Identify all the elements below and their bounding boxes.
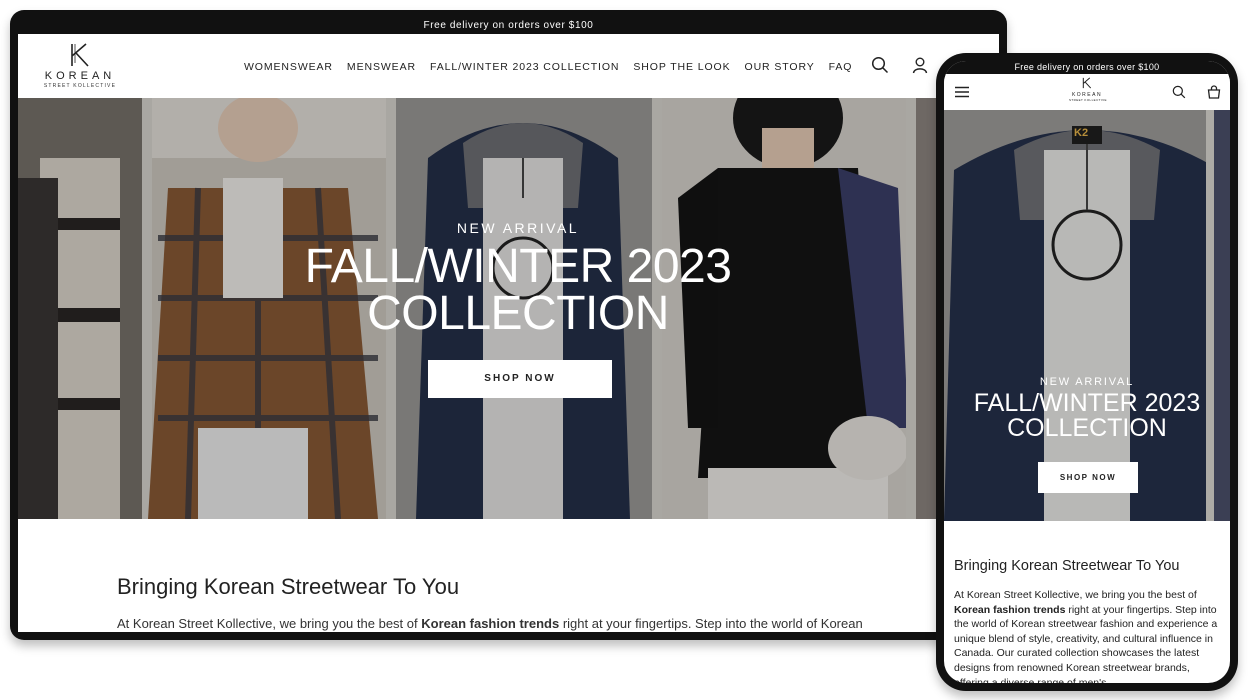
hero-title-line1: FALL/WINTER 2023: [304, 240, 732, 293]
mobile-hero-banner: K2 NEW ARRIVAL FALL/WINTER 2023 COLLECTI…: [944, 110, 1230, 521]
mobile-about-text-bold: Korean fashion trends: [954, 603, 1066, 616]
main-nav: WOMENSWEAR MENSWEAR FALL/WINTER 2023 COL…: [244, 61, 852, 73]
nav-item-menswear[interactable]: MENSWEAR: [347, 61, 416, 73]
nav-item-shop-the-look[interactable]: SHOP THE LOOK: [633, 61, 730, 73]
shop-now-button[interactable]: SHOP NOW: [428, 360, 612, 398]
about-heading: Bringing Korean Streetwear To You: [117, 574, 460, 599]
desktop-device-frame: Free delivery on orders over $100 KOREAN…: [10, 10, 1007, 640]
mobile-header: KOREAN STREET KOLLECTIVE: [944, 74, 1230, 110]
about-paragraph: At Korean Street Kollective, we bring yo…: [117, 616, 917, 631]
hanger-tag: K2: [1074, 127, 1089, 139]
logo-k-icon: [1082, 77, 1092, 89]
mobile-hero-image: [944, 110, 1230, 521]
hero-banner: NEW ARRIVAL FALL/WINTER 2023 COLLECTION …: [18, 98, 999, 519]
mobile-brand-logo[interactable]: KOREAN STREET KOLLECTIVE: [1069, 77, 1107, 102]
about-section: Bringing Korean Streetwear To You At Kor…: [117, 574, 917, 631]
brand-tagline: STREET KOLLECTIVE: [43, 83, 117, 89]
logo-k-icon: [71, 43, 89, 67]
menu-icon[interactable]: [955, 86, 969, 98]
header-icons: [871, 56, 929, 74]
hero-text: NEW ARRIVAL FALL/WINTER 2023 COLLECTION: [218, 220, 818, 340]
mobile-about-heading: Bringing Korean Streetwear To You: [954, 558, 1180, 574]
nav-item-womenswear[interactable]: WOMENSWEAR: [244, 61, 333, 73]
bag-icon[interactable]: [1207, 85, 1221, 99]
mobile-brand-tagline: STREET KOLLECTIVE: [1069, 98, 1107, 102]
nav-item-fall-winter-collection[interactable]: FALL/WINTER 2023 COLLECTION: [430, 61, 619, 73]
search-icon[interactable]: [871, 56, 889, 74]
search-icon[interactable]: [1172, 85, 1186, 99]
mobile-hero-text: NEW ARRIVAL FALL/WINTER 2023 COLLECTION: [954, 376, 1220, 441]
hero-title-line2: COLLECTION: [367, 287, 669, 340]
mobile-screen: Free delivery on orders over $100 KOREAN…: [944, 61, 1230, 683]
mobile-announcement-bar: Free delivery on orders over $100: [944, 61, 1230, 74]
about-text-end: right at your fingertips. Step into the …: [559, 616, 863, 631]
mobile-about-paragraph: At Korean Street Kollective, we bring yo…: [954, 588, 1224, 683]
mobile-about-text-start: At Korean Street Kollective, we bring yo…: [954, 589, 1197, 601]
mobile-about-section: Bringing Korean Streetwear To You At Kor…: [954, 558, 1224, 683]
account-icon[interactable]: [911, 56, 929, 74]
site-header: KOREAN STREET KOLLECTIVE WOMENSWEAR MENS…: [18, 34, 999, 98]
desktop-screen: Free delivery on orders over $100 KOREAN…: [18, 18, 999, 632]
nav-item-faq[interactable]: FAQ: [829, 61, 853, 73]
about-text-bold: Korean fashion trends: [421, 616, 560, 631]
announcement-bar: Free delivery on orders over $100: [18, 18, 999, 34]
brand-logo[interactable]: KOREAN STREET KOLLECTIVE: [40, 42, 120, 89]
mobile-hero-title-line1: FALL/WINTER 2023: [973, 389, 1201, 417]
mobile-device-frame: Free delivery on orders over $100 KOREAN…: [936, 53, 1238, 691]
mobile-hero-title-line2: COLLECTION: [1007, 414, 1167, 442]
mobile-shop-now-button[interactable]: SHOP NOW: [1038, 462, 1138, 493]
hero-kicker: NEW ARRIVAL: [456, 220, 580, 236]
brand-name: KOREAN: [44, 70, 116, 82]
nav-item-our-story[interactable]: OUR STORY: [745, 61, 815, 73]
about-text-start: At Korean Street Kollective, we bring yo…: [117, 616, 422, 631]
mobile-hero-kicker: NEW ARRIVAL: [1039, 376, 1135, 388]
